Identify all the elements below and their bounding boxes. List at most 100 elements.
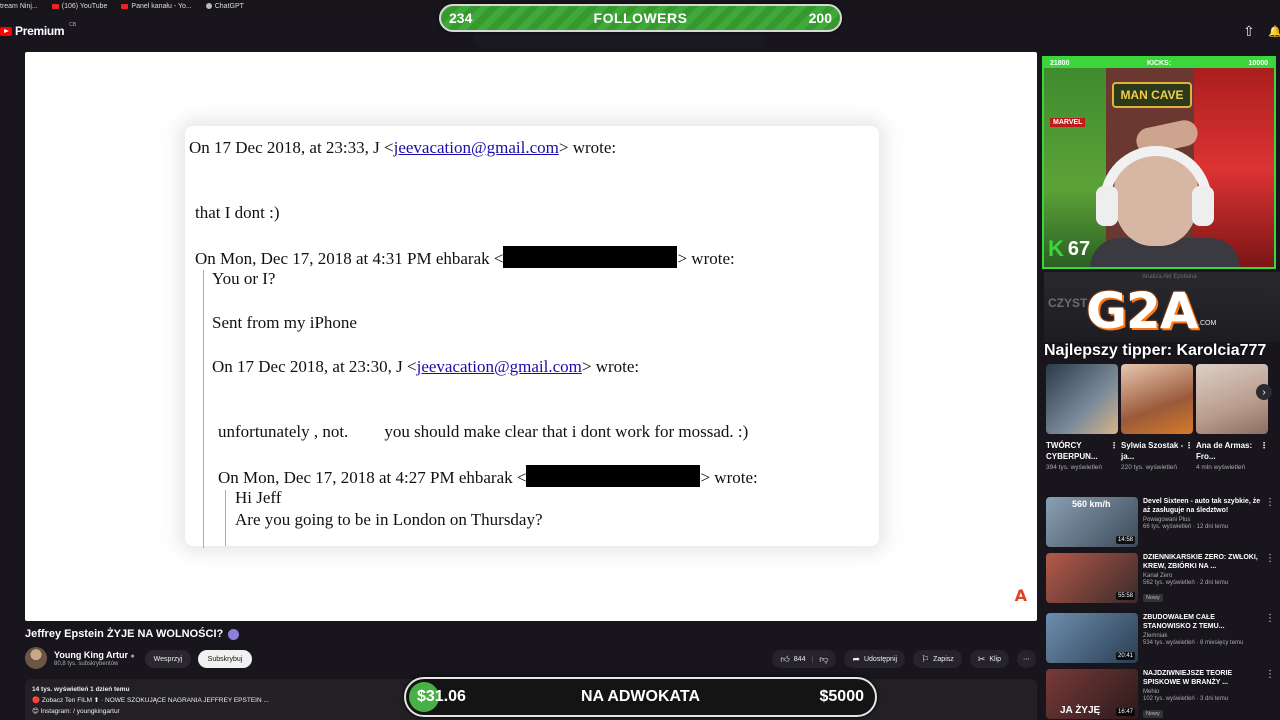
chevron-right-icon[interactable]: › [1256, 384, 1272, 400]
save-button[interactable]: ⚐ Zapisz [913, 650, 962, 668]
headphone-ear-left [1096, 186, 1118, 226]
bookmark-stream-ninja[interactable]: tream Ninj... [0, 3, 38, 10]
donation-goal-bar: $31.06 NA ADWOKATA $5000 [404, 677, 877, 717]
short-item[interactable]: TWÓRCY CYBERPUN... ⋮ 394 tys. wyświetleń [1046, 364, 1118, 472]
video-channel: Zlemniak [1143, 633, 1168, 639]
like-button[interactable]: 👍︎ 844 | 👎︎ [772, 650, 837, 668]
more-icon[interactable]: ⋮ [1265, 613, 1275, 663]
video-title: Devel Sixteen - auto tak szybkie, że aż … [1143, 498, 1261, 514]
short-thumbnail[interactable] [1196, 364, 1268, 434]
share-button[interactable]: ➦ Udostępnij [844, 650, 906, 668]
more-icon[interactable]: ⋮ [1185, 440, 1193, 462]
recommended-video[interactable]: 560 km/h 14:58 Devel Sixteen - auto tak … [1046, 497, 1276, 547]
short-thumbnail[interactable] [1046, 364, 1118, 434]
upload-icon[interactable]: ⇧ [1243, 23, 1255, 40]
more-icon[interactable]: ⋮ [1265, 553, 1275, 604]
thumbs-up-icon: 👍︎ [780, 653, 790, 664]
video-thumbnail[interactable]: 55:58 [1046, 553, 1138, 603]
video-views: 534 tys. wyświetleń · 8 miesięcy temu [1143, 640, 1244, 646]
youtube-logo[interactable]: Premium CB [0, 22, 77, 38]
man-cave-sign: MAN CAVE [1112, 82, 1192, 108]
clip-button[interactable]: ✂ Klip [969, 650, 1009, 668]
video-channel: Powagowani Plus [1143, 517, 1191, 523]
more-icon: ⋯ [1023, 656, 1030, 663]
email-line: Are you going to be in London on Thursda… [235, 510, 543, 529]
short-thumbnail[interactable] [1121, 364, 1193, 434]
video-views: 562 tys. wyświetleń · 2 dni temu [1143, 580, 1229, 586]
video-views: 66 tys. wyświetleń · 12 dni temu [1143, 524, 1229, 530]
short-item[interactable]: Sylwia Szostak - ja... ⋮ 220 tys. wyświet… [1121, 364, 1193, 472]
email-line: Sent from my iPhone [212, 313, 357, 332]
donation-label: NA ADWOKATA [580, 688, 701, 705]
video-views: 102 tys. wyświetleń · 3 dni temu [1143, 696, 1229, 702]
video-duration: 55:58 [1115, 592, 1135, 600]
subscribe-button[interactable]: Subskrybuj [198, 650, 252, 668]
quote-bar [225, 490, 226, 546]
channel-name[interactable]: Young King Artur ● [54, 650, 135, 660]
youtube-icon [121, 3, 129, 9]
adobe-icon: A [1014, 586, 1027, 605]
scissors-icon: ✂ [977, 653, 986, 664]
more-icon[interactable]: ⋮ [1265, 497, 1275, 547]
video-thumbnail[interactable]: JA ŻYJĘ 16:47 [1046, 669, 1138, 719]
email-line: On 17 Dec 2018, at 23:30, J <jeevacation… [212, 357, 640, 376]
bookmark-youtube[interactable]: (106) YouTube [51, 3, 107, 10]
video-thumbnail[interactable]: 20:41 [1046, 613, 1138, 663]
email-line: that I dont :) [195, 203, 280, 222]
video-actions: 👍︎ 844 | 👎︎ ➦ Udostępnij ⚐ Zapisz ✂ Klip ⋯ [772, 650, 1036, 668]
view-stats: 14 tys. wyświetleń 1 dzień temu [32, 686, 130, 693]
recommended-video[interactable]: 20:41 ZBUDOWAŁEM CAŁE STANOWISKO Z TEMU.… [1046, 613, 1276, 663]
email-line: On 17 Dec 2018, at 23:33, J <jeevacation… [189, 138, 617, 157]
recommended-video[interactable]: JA ŻYJĘ 16:47 NAJDZIWNIEJSZE TEORIE SPIS… [1046, 669, 1276, 720]
more-icon[interactable]: ⋮ [1265, 669, 1275, 720]
streamer-webcam: MAN CAVE MARVEL 21800 KICKS: 10000 K 67 [1042, 56, 1276, 269]
verified-icon: ● [130, 652, 135, 660]
logo-text: Premium [15, 24, 65, 38]
followers-goal-bar: 234 FOLLOWERS 200 [439, 4, 842, 32]
channel-avatar[interactable] [25, 647, 47, 669]
more-icon[interactable]: ⋮ [1110, 440, 1118, 462]
video-player[interactable]: On 17 Dec 2018, at 23:33, J <jeevacation… [25, 52, 1037, 621]
youtube-play-icon [0, 26, 12, 36]
channel-info[interactable]: Young King Artur ● 80,8 tys. subskrybent… [25, 647, 135, 669]
email-line: Hi Jeff [235, 488, 282, 507]
followers-label: FOLLOWERS [593, 10, 688, 26]
video-thumbnail[interactable]: 560 km/h 14:58 [1046, 497, 1138, 547]
bookmark-channel-panel[interactable]: Panel kanału - Yo... [121, 3, 192, 10]
new-badge: Nowy [1143, 710, 1163, 718]
youtube-icon [51, 3, 59, 9]
notifications-icon[interactable]: 🔔 [1268, 25, 1280, 38]
redaction-box [503, 246, 678, 268]
redaction-box [526, 465, 701, 487]
kicks-bar: 21800 KICKS: 10000 [1044, 58, 1274, 68]
logo-country: CB [69, 22, 77, 28]
video-duration: 16:47 [1115, 708, 1135, 716]
more-icon[interactable]: ⋮ [1260, 440, 1268, 462]
email-line: On Mon, Dec 17, 2018 at 4:27 PM ehbarak … [218, 465, 758, 488]
bookmark-chatgpt[interactable]: ChatGPT [205, 3, 244, 10]
bookmark-icon: ⚐ [921, 653, 930, 664]
email-line: You or I? [212, 269, 276, 288]
quote-bar [203, 270, 204, 548]
video-title: ZBUDOWAŁEM CAŁE STANOWISKO Z TEMU... [1143, 614, 1225, 630]
video-duration: 14:58 [1115, 536, 1135, 544]
followers-goal: 200 [808, 10, 832, 26]
subscriber-count: 80,8 tys. subskrybentów [54, 660, 119, 667]
emoji-icon [228, 628, 240, 640]
share-icon: ➦ [852, 653, 860, 664]
shorts-shelf: TWÓRCY CYBERPUN... ⋮ 394 tys. wyświetleń … [1046, 364, 1268, 472]
marvel-logo: MARVEL [1050, 118, 1086, 127]
thumbs-down-icon[interactable]: 👎︎ [819, 654, 828, 665]
g2a-logo: G2A [1086, 282, 1199, 340]
recommended-video[interactable]: 55:58 DZIENNIKARSKIE ZERO: ZWŁOKI, KREW,… [1046, 553, 1276, 604]
top-tipper: Najlepszy tipper: Karolcia777 [1044, 342, 1267, 359]
new-badge: Nowy [1143, 594, 1163, 602]
video-title: Jeffrey Epstein ŻYJE NA WOLNOŚCI? [25, 628, 240, 640]
join-button[interactable]: Wesprzyj [145, 650, 191, 668]
headphone-ear-right [1192, 186, 1214, 226]
kick-logo-icon: K [1048, 236, 1064, 261]
video-duration: 20:41 [1115, 652, 1135, 660]
more-actions-button[interactable]: ⋯ [1017, 650, 1036, 668]
email-line: unfortunately , not. you should make clea… [218, 422, 749, 441]
short-item[interactable]: Ana de Armas: Fro... ⋮ 4 mln wyświetleń [1196, 364, 1268, 472]
